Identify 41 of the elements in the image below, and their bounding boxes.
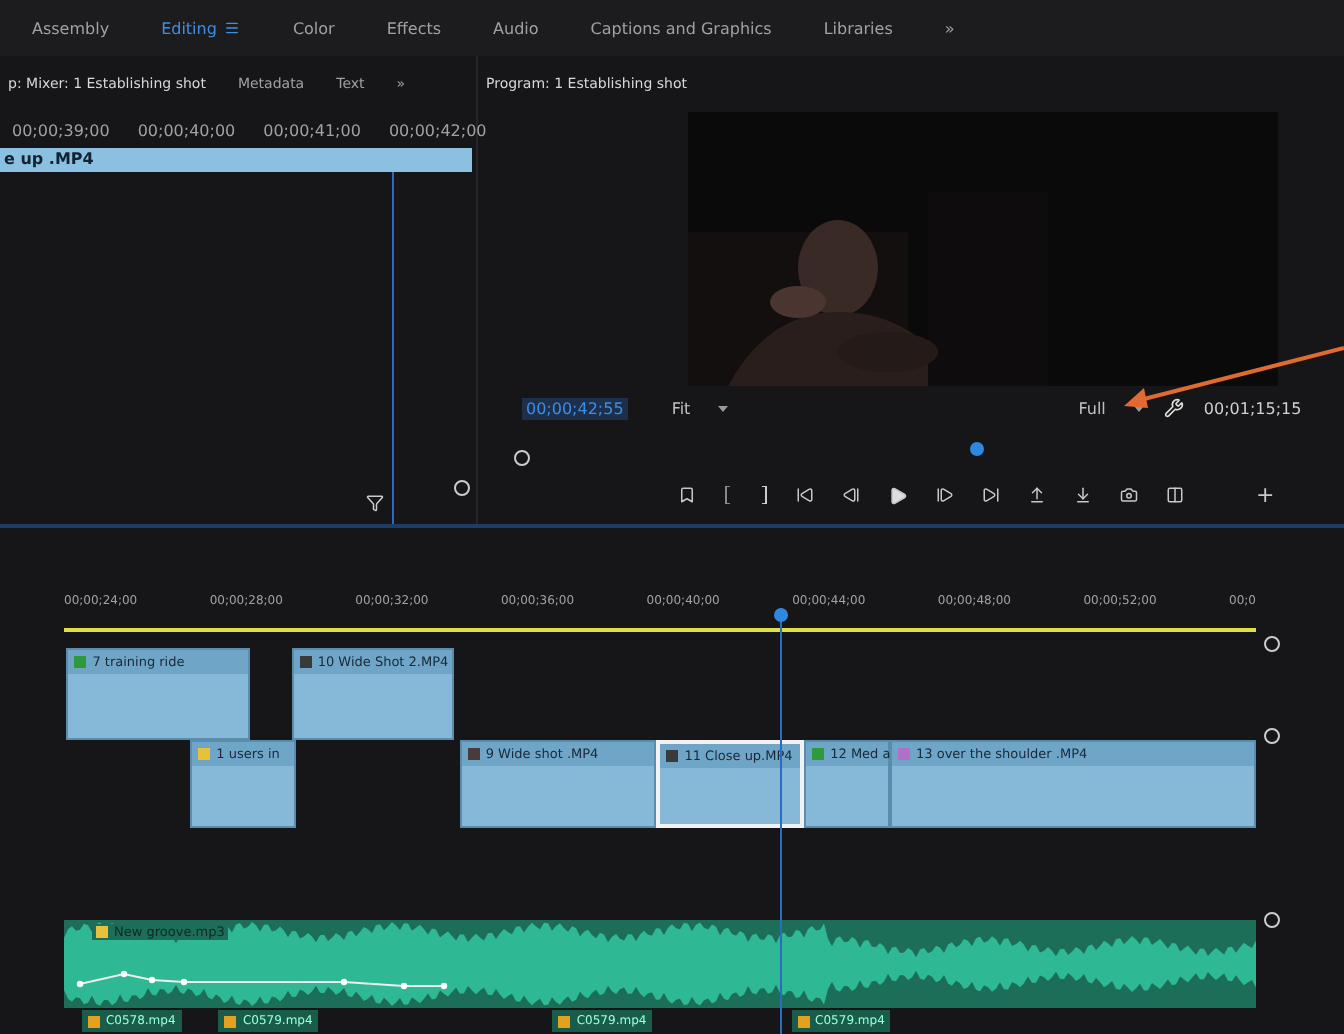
workspace-tab[interactable]: Effects — [386, 19, 442, 37]
add-button[interactable]: + — [1256, 482, 1275, 508]
caret-icon[interactable] — [718, 405, 729, 411]
step-forward-icon[interactable] — [936, 486, 954, 504]
marker-icon[interactable] — [678, 486, 696, 504]
filter-icon[interactable] — [366, 494, 384, 512]
workspace-tab[interactable]: Captions and Graphics — [590, 19, 772, 37]
mark-in-icon[interactable] — [724, 486, 732, 504]
workspace-tab[interactable]: Color — [292, 19, 335, 37]
go-to-in-icon[interactable] — [796, 486, 814, 504]
menu-icon[interactable] — [224, 20, 241, 36]
duration-timecode: 00;01;15;15 — [1203, 399, 1302, 417]
ruler-timecode: 00;00;39;00 — [12, 121, 110, 139]
go-to-out-icon[interactable] — [982, 486, 1000, 504]
ruler-timecode: 00;00;42;00 — [388, 121, 487, 139]
workspace-tab[interactable]: Editing — [161, 19, 241, 37]
circle-icon — [1264, 728, 1280, 744]
circle-icon — [514, 450, 530, 466]
more-workspaces[interactable]: » — [944, 19, 955, 37]
workspace-tab[interactable]: Audio — [493, 19, 539, 37]
circle-icon — [1264, 636, 1280, 652]
extract-icon[interactable] — [1074, 486, 1092, 504]
workspace-tab[interactable]: Libraries — [823, 19, 893, 37]
ruler-timecode: 00;00;40;00 — [137, 121, 236, 139]
ruler-timecode: 00;00;41;00 — [263, 121, 361, 139]
playhead-handle[interactable] — [970, 442, 984, 456]
circle-icon — [1264, 912, 1280, 928]
compare-icon[interactable] — [1166, 486, 1184, 504]
circle-icon — [454, 480, 470, 496]
step-back-icon[interactable] — [842, 486, 860, 504]
label-swatch — [96, 926, 108, 938]
lift-icon[interactable] — [1028, 486, 1046, 504]
mark-out-icon[interactable] — [760, 486, 768, 504]
play-icon[interactable] — [888, 485, 908, 505]
wrench-icon[interactable] — [1163, 398, 1184, 418]
camera-icon[interactable] — [1120, 486, 1138, 504]
workspace-tab[interactable]: Assembly — [32, 19, 110, 37]
zoom-dropdown[interactable]: Fit — [671, 399, 729, 417]
playhead-handle[interactable] — [773, 608, 788, 622]
current-timecode[interactable]: 00;00;42;55 — [522, 397, 628, 419]
clip-bar[interactable]: e up .MP4 — [0, 148, 472, 172]
